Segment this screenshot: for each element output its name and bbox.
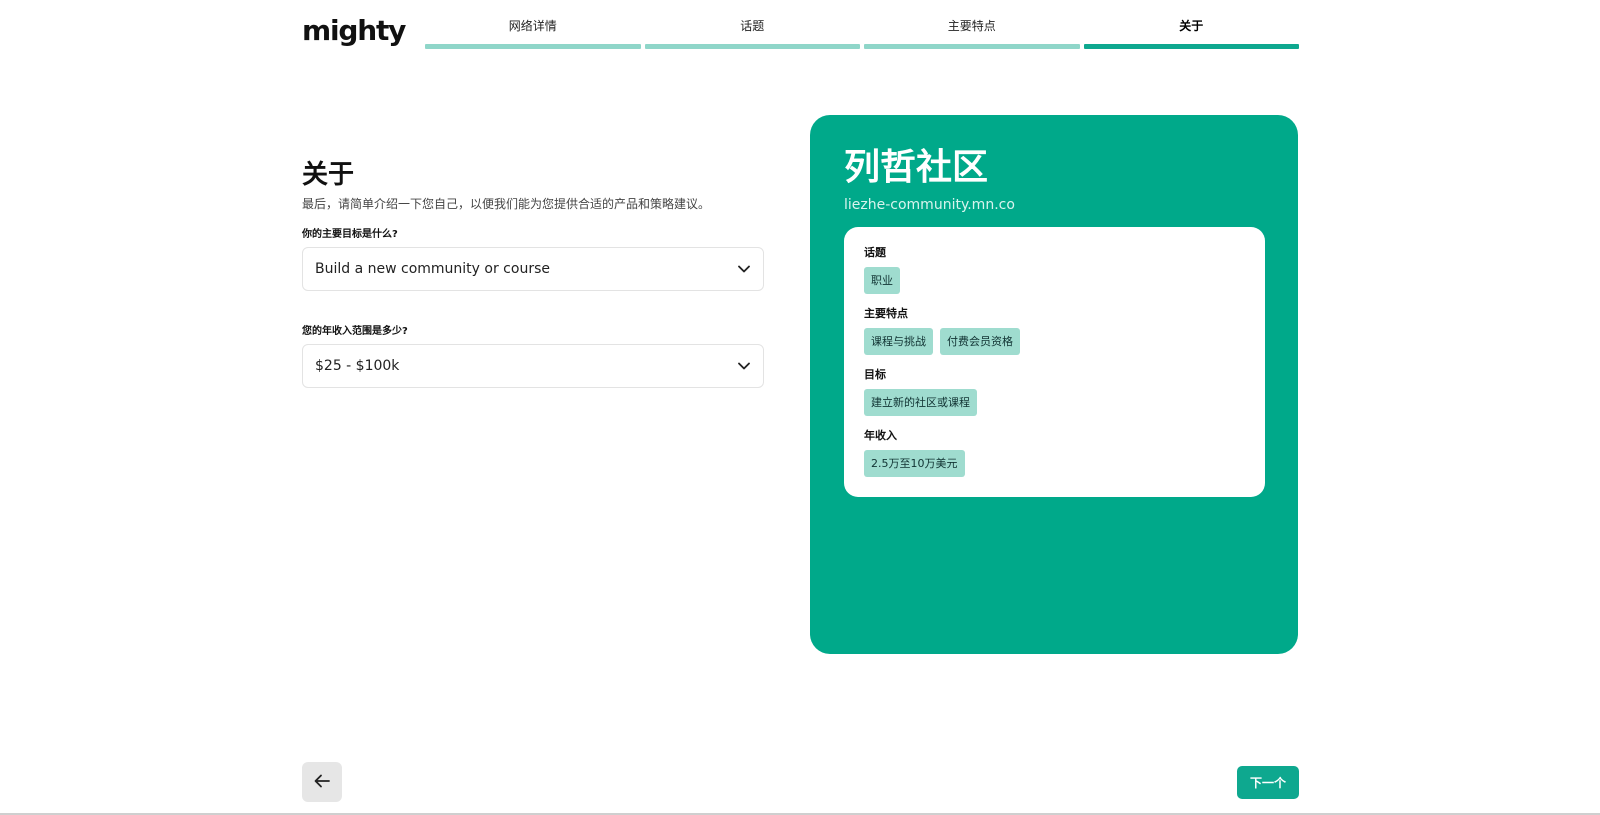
summary-panel: 话题 职业 主要特点 课程与挑战 付费会员资格 目标 建立新的社区或课程 年收入… bbox=[844, 227, 1265, 497]
step-topics[interactable]: 话题 bbox=[644, 18, 860, 49]
income-tag: 2.5万至10万美元 bbox=[864, 450, 965, 477]
step-network-details[interactable]: 网络详情 bbox=[425, 18, 641, 49]
mighty-logo: mighty bbox=[302, 14, 406, 47]
next-button[interactable]: 下一个 bbox=[1237, 766, 1299, 799]
goal-tag: 建立新的社区或课程 bbox=[864, 389, 977, 416]
back-button[interactable] bbox=[302, 762, 342, 802]
chevron-down-icon bbox=[737, 359, 751, 373]
community-url: liezhe-community.mn.co bbox=[844, 197, 1015, 213]
community-name: 列哲社区 bbox=[844, 147, 989, 188]
goal-title: 目标 bbox=[864, 368, 886, 381]
topics-title: 话题 bbox=[864, 246, 886, 259]
community-preview-card: 列哲社区 liezhe-community.mn.co 话题 职业 主要特点 课… bbox=[810, 115, 1298, 654]
step-about[interactable]: 关于 bbox=[1083, 18, 1299, 49]
chevron-down-icon bbox=[737, 262, 751, 276]
step-label: 话题 bbox=[740, 19, 765, 33]
features-tags: 课程与挑战 付费会员资格 bbox=[864, 328, 1245, 355]
topics-tags: 职业 bbox=[864, 267, 1245, 294]
income-select[interactable]: $25 - $100k bbox=[302, 344, 764, 388]
step-features[interactable]: 主要特点 bbox=[864, 18, 1080, 49]
income-tags: 2.5万至10万美元 bbox=[864, 450, 1245, 477]
feature-tag: 付费会员资格 bbox=[940, 328, 1020, 355]
step-progress-bar bbox=[864, 44, 1080, 49]
arrow-left-icon bbox=[314, 773, 330, 792]
step-progress-bar bbox=[1083, 44, 1299, 49]
goal-label: 你的主要目标是什么? bbox=[302, 229, 398, 240]
goal-select[interactable]: Build a new community or course bbox=[302, 247, 764, 291]
income-title: 年收入 bbox=[864, 429, 897, 442]
topic-tag: 职业 bbox=[864, 267, 900, 294]
step-progress-bar bbox=[425, 44, 641, 49]
goal-tags: 建立新的社区或课程 bbox=[864, 389, 1245, 416]
income-label: 您的年收入范围是多少? bbox=[302, 326, 408, 337]
step-label: 关于 bbox=[1179, 19, 1204, 33]
income-select-value: $25 - $100k bbox=[315, 358, 400, 374]
progress-steps: 网络详情 话题 主要特点 关于 bbox=[425, 18, 1299, 49]
goal-select-value: Build a new community or course bbox=[315, 261, 550, 277]
about-form: 关于 最后，请简单介绍一下您自己，以便我们能为您提供合适的产品和策略建议。 你的… bbox=[302, 158, 764, 388]
step-label: 主要特点 bbox=[947, 19, 996, 33]
page-subtitle: 最后，请简单介绍一下您自己，以便我们能为您提供合适的产品和策略建议。 bbox=[302, 197, 711, 211]
features-title: 主要特点 bbox=[864, 307, 908, 320]
step-progress-bar bbox=[644, 44, 860, 49]
step-label: 网络详情 bbox=[508, 19, 557, 33]
feature-tag: 课程与挑战 bbox=[864, 328, 933, 355]
page-title: 关于 bbox=[302, 160, 355, 190]
